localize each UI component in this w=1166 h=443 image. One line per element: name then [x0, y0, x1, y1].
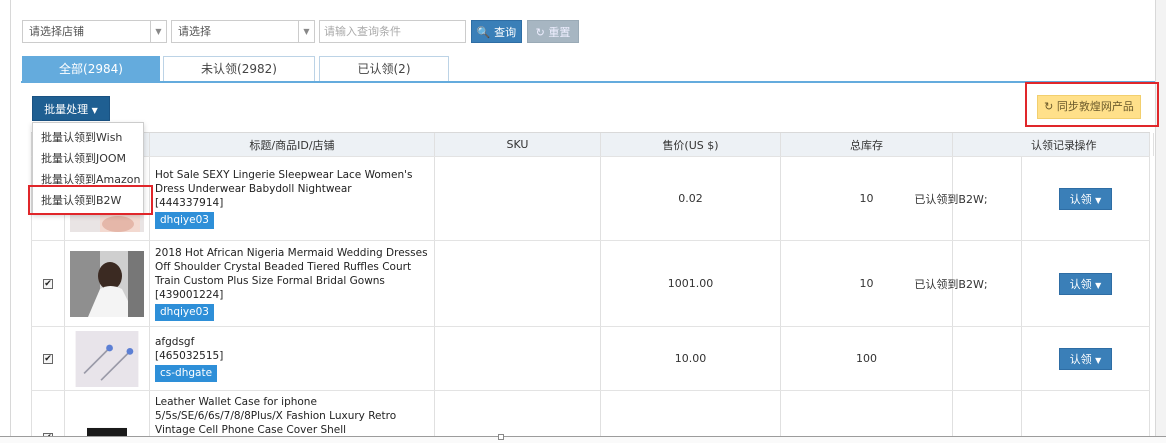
- row-op-cell: 认领 ▼: [1022, 241, 1150, 326]
- search-icon: 🔍: [476, 26, 491, 39]
- table-row: ✔ afgdsgf [465032515] cs-dhgate 10.00 10…: [31, 327, 1150, 391]
- header-stock: 总库存: [781, 133, 953, 156]
- resize-handle[interactable]: [498, 434, 504, 440]
- store-select[interactable]: 请选择店铺 ▼: [22, 20, 167, 43]
- claim-button[interactable]: 认领 ▼: [1059, 187, 1112, 210]
- type-select-value: 请选择: [178, 25, 211, 38]
- caret-down-icon: ▼: [1095, 195, 1102, 205]
- chevron-down-icon: ▼: [298, 21, 314, 42]
- row-record: 已认领到B2W;: [881, 241, 1022, 326]
- header-sku: SKU: [435, 133, 601, 156]
- row-price: 10.00: [601, 327, 781, 390]
- row-record: [881, 327, 1022, 390]
- row-price: 0.02: [601, 157, 781, 240]
- table-header-row: 标题/商品ID/店铺 SKU 售价(US $) 总库存 认领记录 操作: [31, 133, 1154, 157]
- chevron-down-icon: ▼: [150, 21, 166, 42]
- row-sku: [435, 157, 601, 240]
- row-sku: [435, 327, 601, 390]
- claim-button-label: 认领: [1069, 277, 1092, 291]
- tab-underline: [21, 81, 1155, 83]
- header-op: 操作: [1022, 133, 1150, 156]
- row-title-cell: Hot Sale SEXY Lingerie Sleepwear Lace Wo…: [150, 157, 435, 240]
- header-price: 售价(US $): [601, 133, 781, 156]
- shop-badge: dhqiye03: [155, 304, 214, 321]
- tab-unclaimed[interactable]: 未认领(2982): [163, 56, 315, 82]
- product-title[interactable]: Leather Wallet Case for iphone 5/5s/SE/6…: [155, 395, 434, 437]
- query-button-label: 查询: [494, 26, 517, 39]
- tab-all[interactable]: 全部(2984): [22, 56, 160, 82]
- scrollbar-track[interactable]: [1156, 0, 1166, 443]
- claim-button-label: 认领: [1069, 192, 1092, 206]
- row-sku: [435, 241, 601, 326]
- batch-process-button[interactable]: 批量处理 ▼: [32, 96, 110, 121]
- product-title[interactable]: Hot Sale SEXY Lingerie Sleepwear Lace Wo…: [155, 168, 434, 196]
- product-table: 标题/商品ID/店铺 SKU 售价(US $) 总库存 认领记录 操作 Hot …: [31, 132, 1154, 443]
- tab-all-label: 全部(2984): [59, 62, 123, 76]
- query-input[interactable]: [319, 20, 466, 43]
- tab-claimed[interactable]: 已认领(2): [319, 56, 449, 82]
- claim-button[interactable]: 认领 ▼: [1059, 347, 1112, 370]
- highlight-box-sync: [1025, 82, 1159, 127]
- shop-badge: dhqiye03: [155, 212, 214, 229]
- row-image-cell: [65, 241, 150, 326]
- row-record: 已认领到B2W;: [881, 157, 1022, 240]
- product-thumbnail: [70, 250, 144, 317]
- claim-button-label: 认领: [1069, 352, 1092, 366]
- store-select-value: 请选择店铺: [29, 25, 84, 38]
- product-title[interactable]: 2018 Hot African Nigeria Mermaid Wedding…: [155, 246, 434, 288]
- type-select[interactable]: 请选择 ▼: [171, 20, 315, 43]
- horizontal-scrollbar[interactable]: [0, 436, 1166, 443]
- tab-claimed-label: 已认领(2): [357, 62, 411, 76]
- row-op-cell: 认领 ▼: [1022, 157, 1150, 240]
- product-id: [439001224]: [155, 289, 224, 301]
- product-thumbnail: [75, 330, 139, 387]
- row-image-cell: [65, 327, 150, 390]
- reset-button[interactable]: ↻ 重置: [527, 20, 579, 43]
- tab-unclaimed-label: 未认领(2982): [201, 62, 277, 76]
- product-id: [465032515]: [155, 350, 224, 362]
- query-button[interactable]: 🔍 查询: [471, 20, 522, 43]
- highlight-box-b2w: [28, 185, 153, 215]
- header-title: 标题/商品ID/店铺: [150, 133, 435, 156]
- caret-down-icon: ▼: [1095, 280, 1102, 290]
- row-checkbox-cell: ✔: [31, 327, 65, 390]
- row-checkbox-cell: ✔: [31, 241, 65, 326]
- product-title[interactable]: afgdsgf: [155, 335, 434, 349]
- row-checkbox[interactable]: ✔: [43, 278, 53, 289]
- caret-down-icon: ▼: [1095, 355, 1102, 365]
- row-checkbox[interactable]: ✔: [43, 353, 53, 364]
- row-title-cell: 2018 Hot African Nigeria Mermaid Wedding…: [150, 241, 435, 326]
- product-id: [444337914]: [155, 197, 224, 209]
- menu-item-claim-wish[interactable]: 批量认领到Wish: [33, 127, 143, 148]
- page-left-border: [10, 0, 11, 443]
- caret-down-icon: ▼: [91, 106, 98, 115]
- row-op-cell: 认领 ▼: [1022, 327, 1150, 390]
- refresh-icon: ↻: [535, 26, 545, 39]
- row-title-cell: afgdsgf [465032515] cs-dhgate: [150, 327, 435, 390]
- table-row: Hot Sale SEXY Lingerie Sleepwear Lace Wo…: [31, 157, 1150, 241]
- shop-badge: cs-dhgate: [155, 365, 218, 382]
- menu-item-claim-joom[interactable]: 批量认领到JOOM: [33, 148, 143, 169]
- batch-process-label: 批量处理: [44, 103, 89, 116]
- claim-button[interactable]: 认领 ▼: [1059, 272, 1112, 295]
- row-price: 1001.00: [601, 241, 781, 326]
- table-row: ✔ 2018 Hot African Nigeria Mermaid Weddi…: [31, 241, 1150, 327]
- reset-button-label: 重置: [548, 26, 571, 39]
